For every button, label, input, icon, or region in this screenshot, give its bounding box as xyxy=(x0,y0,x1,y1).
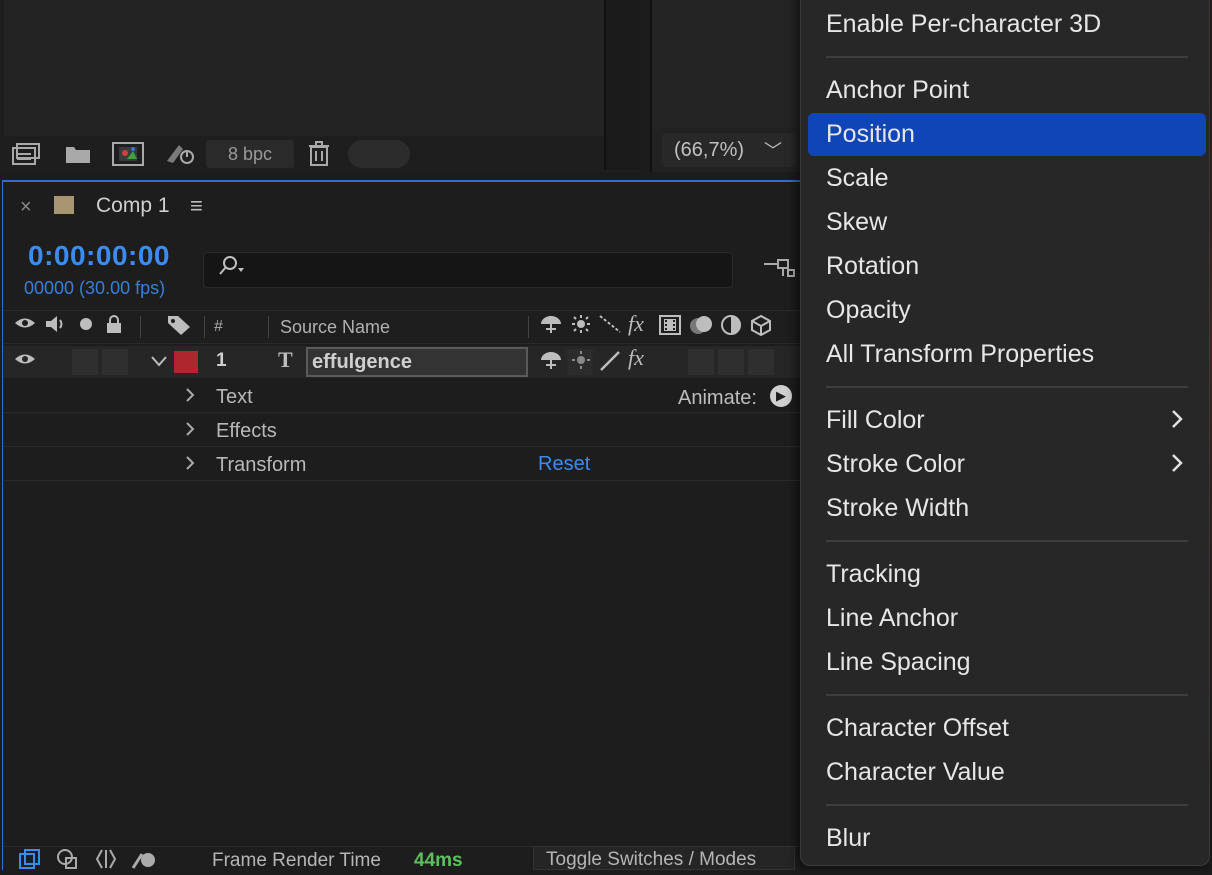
frame-count-display: 00000 (30.00 fps) xyxy=(24,278,166,298)
property-label: Text xyxy=(216,386,253,408)
layer-audio-toggle[interactable] xyxy=(72,349,98,375)
composition-flowchart-icon[interactable] xyxy=(762,256,796,285)
render-settings-icon[interactable] xyxy=(162,140,198,168)
menu-item-scale[interactable]: Scale xyxy=(826,164,889,193)
frame-render-time-label: Frame Render Time xyxy=(212,850,381,871)
collapse-transform-icon[interactable] xyxy=(570,314,592,339)
layer-collapse-switch-icon[interactable] xyxy=(570,350,592,375)
menu-separator xyxy=(826,804,1188,806)
current-time-display[interactable]: 0:00:00:00 xyxy=(28,240,170,272)
transfer-controls-icon[interactable] xyxy=(56,848,80,875)
column-separator xyxy=(140,316,141,338)
zoom-dropdown[interactable]: (66,7%) ﹀ xyxy=(662,133,796,167)
new-composition-icon[interactable] xyxy=(110,140,146,168)
frame-render-time-value: 44ms xyxy=(414,850,463,871)
menu-item-stroke-width[interactable]: Stroke Width xyxy=(826,494,969,523)
layer-search-input[interactable] xyxy=(203,252,733,288)
composition-color-swatch xyxy=(54,196,74,214)
layer-label-color[interactable] xyxy=(174,351,198,373)
layer-name-field[interactable]: effulgence xyxy=(306,347,528,377)
layer-adjustment-switch[interactable] xyxy=(718,349,744,375)
render-time-icon[interactable] xyxy=(130,848,158,875)
lock-icon[interactable] xyxy=(104,314,124,339)
effects-fx-icon[interactable]: fx xyxy=(628,311,644,337)
panel-divider xyxy=(604,0,642,170)
menu-item-character-offset[interactable]: Character Offset xyxy=(826,714,1009,743)
menu-separator xyxy=(826,540,1188,542)
property-label: Transform xyxy=(216,454,307,476)
property-label: Effects xyxy=(216,420,277,442)
chevron-down-icon: ﹀ xyxy=(764,141,783,161)
chevron-right-icon[interactable] xyxy=(184,386,196,410)
animate-play-icon[interactable]: ▶ xyxy=(770,385,792,407)
layer-number-column[interactable]: # xyxy=(214,318,223,336)
motion-blur-icon[interactable] xyxy=(688,314,716,341)
column-separator xyxy=(268,316,269,338)
source-name-column[interactable]: Source Name xyxy=(280,317,390,338)
submenu-chevron-right-icon xyxy=(1170,450,1184,483)
adjustment-layer-icon[interactable] xyxy=(720,314,742,341)
layer-solo-toggle[interactable] xyxy=(102,349,128,375)
solo-icon[interactable] xyxy=(78,314,94,339)
menu-separator xyxy=(826,56,1188,58)
submenu-chevron-right-icon xyxy=(1170,406,1184,439)
animate-label: Animate: xyxy=(678,387,757,409)
viewer-canvas[interactable] xyxy=(652,0,800,128)
3d-layer-icon[interactable] xyxy=(750,314,772,341)
audio-icon[interactable] xyxy=(44,314,68,339)
layer-eye-icon[interactable] xyxy=(14,350,36,373)
eye-icon[interactable] xyxy=(14,314,36,337)
menu-item-tracking[interactable]: Tracking xyxy=(826,560,921,589)
bit-depth-button[interactable]: 8 bpc xyxy=(206,140,294,168)
chevron-down-icon[interactable] xyxy=(150,352,168,373)
in-out-duration-icon[interactable] xyxy=(94,848,118,875)
layer-switches-toggle-icon[interactable] xyxy=(18,848,42,875)
menu-separator xyxy=(826,694,1188,696)
panel-menu-icon[interactable]: ≡ xyxy=(190,193,203,219)
tab-comp-1[interactable]: Comp 1 xyxy=(96,194,170,218)
menu-item-enable-per-character-3d[interactable]: Enable Per-character 3D xyxy=(826,10,1101,39)
menu-item-stroke-color[interactable]: Stroke Color xyxy=(826,450,965,479)
layer-motion-blur-switch[interactable] xyxy=(688,349,714,375)
layer-effects-switch-icon[interactable]: fx xyxy=(628,345,644,371)
reset-transform-link[interactable]: Reset xyxy=(538,453,590,476)
menu-item-line-spacing[interactable]: Line Spacing xyxy=(826,648,971,677)
trash-icon[interactable] xyxy=(304,140,334,168)
menu-item-opacity[interactable]: Opacity xyxy=(826,296,911,325)
zoom-value: (66,7%) xyxy=(674,138,745,161)
project-flowchart-toggle[interactable] xyxy=(348,140,410,168)
text-layer-icon: T xyxy=(278,347,293,372)
menu-item-rotation[interactable]: Rotation xyxy=(826,252,919,281)
layer-shy-switch-icon[interactable] xyxy=(538,350,564,375)
menu-item-line-anchor[interactable]: Line Anchor xyxy=(826,604,958,633)
layer-number: 1 xyxy=(216,350,227,371)
menu-item-position[interactable]: Position xyxy=(826,120,915,149)
toggle-switches-modes-button[interactable]: Toggle Switches / Modes xyxy=(533,846,795,870)
label-tag-icon[interactable] xyxy=(166,314,192,341)
menu-item-blur[interactable]: Blur xyxy=(826,824,870,853)
chevron-right-icon[interactable] xyxy=(184,420,196,444)
chevron-right-icon[interactable] xyxy=(184,454,196,478)
project-list-area[interactable] xyxy=(4,0,604,136)
close-tab-icon[interactable]: × xyxy=(20,196,32,219)
layer-quality-switch-icon[interactable] xyxy=(598,350,622,377)
layer-3d-switch[interactable] xyxy=(748,349,774,375)
new-folder-icon[interactable] xyxy=(62,140,94,168)
property-row-transform[interactable] xyxy=(4,448,800,481)
menu-item-anchor-point[interactable]: Anchor Point xyxy=(826,76,969,105)
menu-item-fill-color[interactable]: Fill Color xyxy=(826,406,925,435)
property-row-effects[interactable] xyxy=(4,414,800,447)
column-separator xyxy=(204,316,205,338)
search-icon[interactable] xyxy=(216,254,246,284)
menu-item-all-transform-properties[interactable]: All Transform Properties xyxy=(826,340,1094,369)
frame-blending-icon[interactable] xyxy=(658,314,682,341)
column-separator xyxy=(528,316,529,338)
shy-icon[interactable] xyxy=(538,314,564,339)
interpret-footage-icon[interactable] xyxy=(10,140,44,168)
menu-item-skew[interactable]: Skew xyxy=(826,208,887,237)
menu-item-character-value[interactable]: Character Value xyxy=(826,758,1005,787)
quality-icon[interactable] xyxy=(598,314,622,339)
menu-separator xyxy=(826,386,1188,388)
